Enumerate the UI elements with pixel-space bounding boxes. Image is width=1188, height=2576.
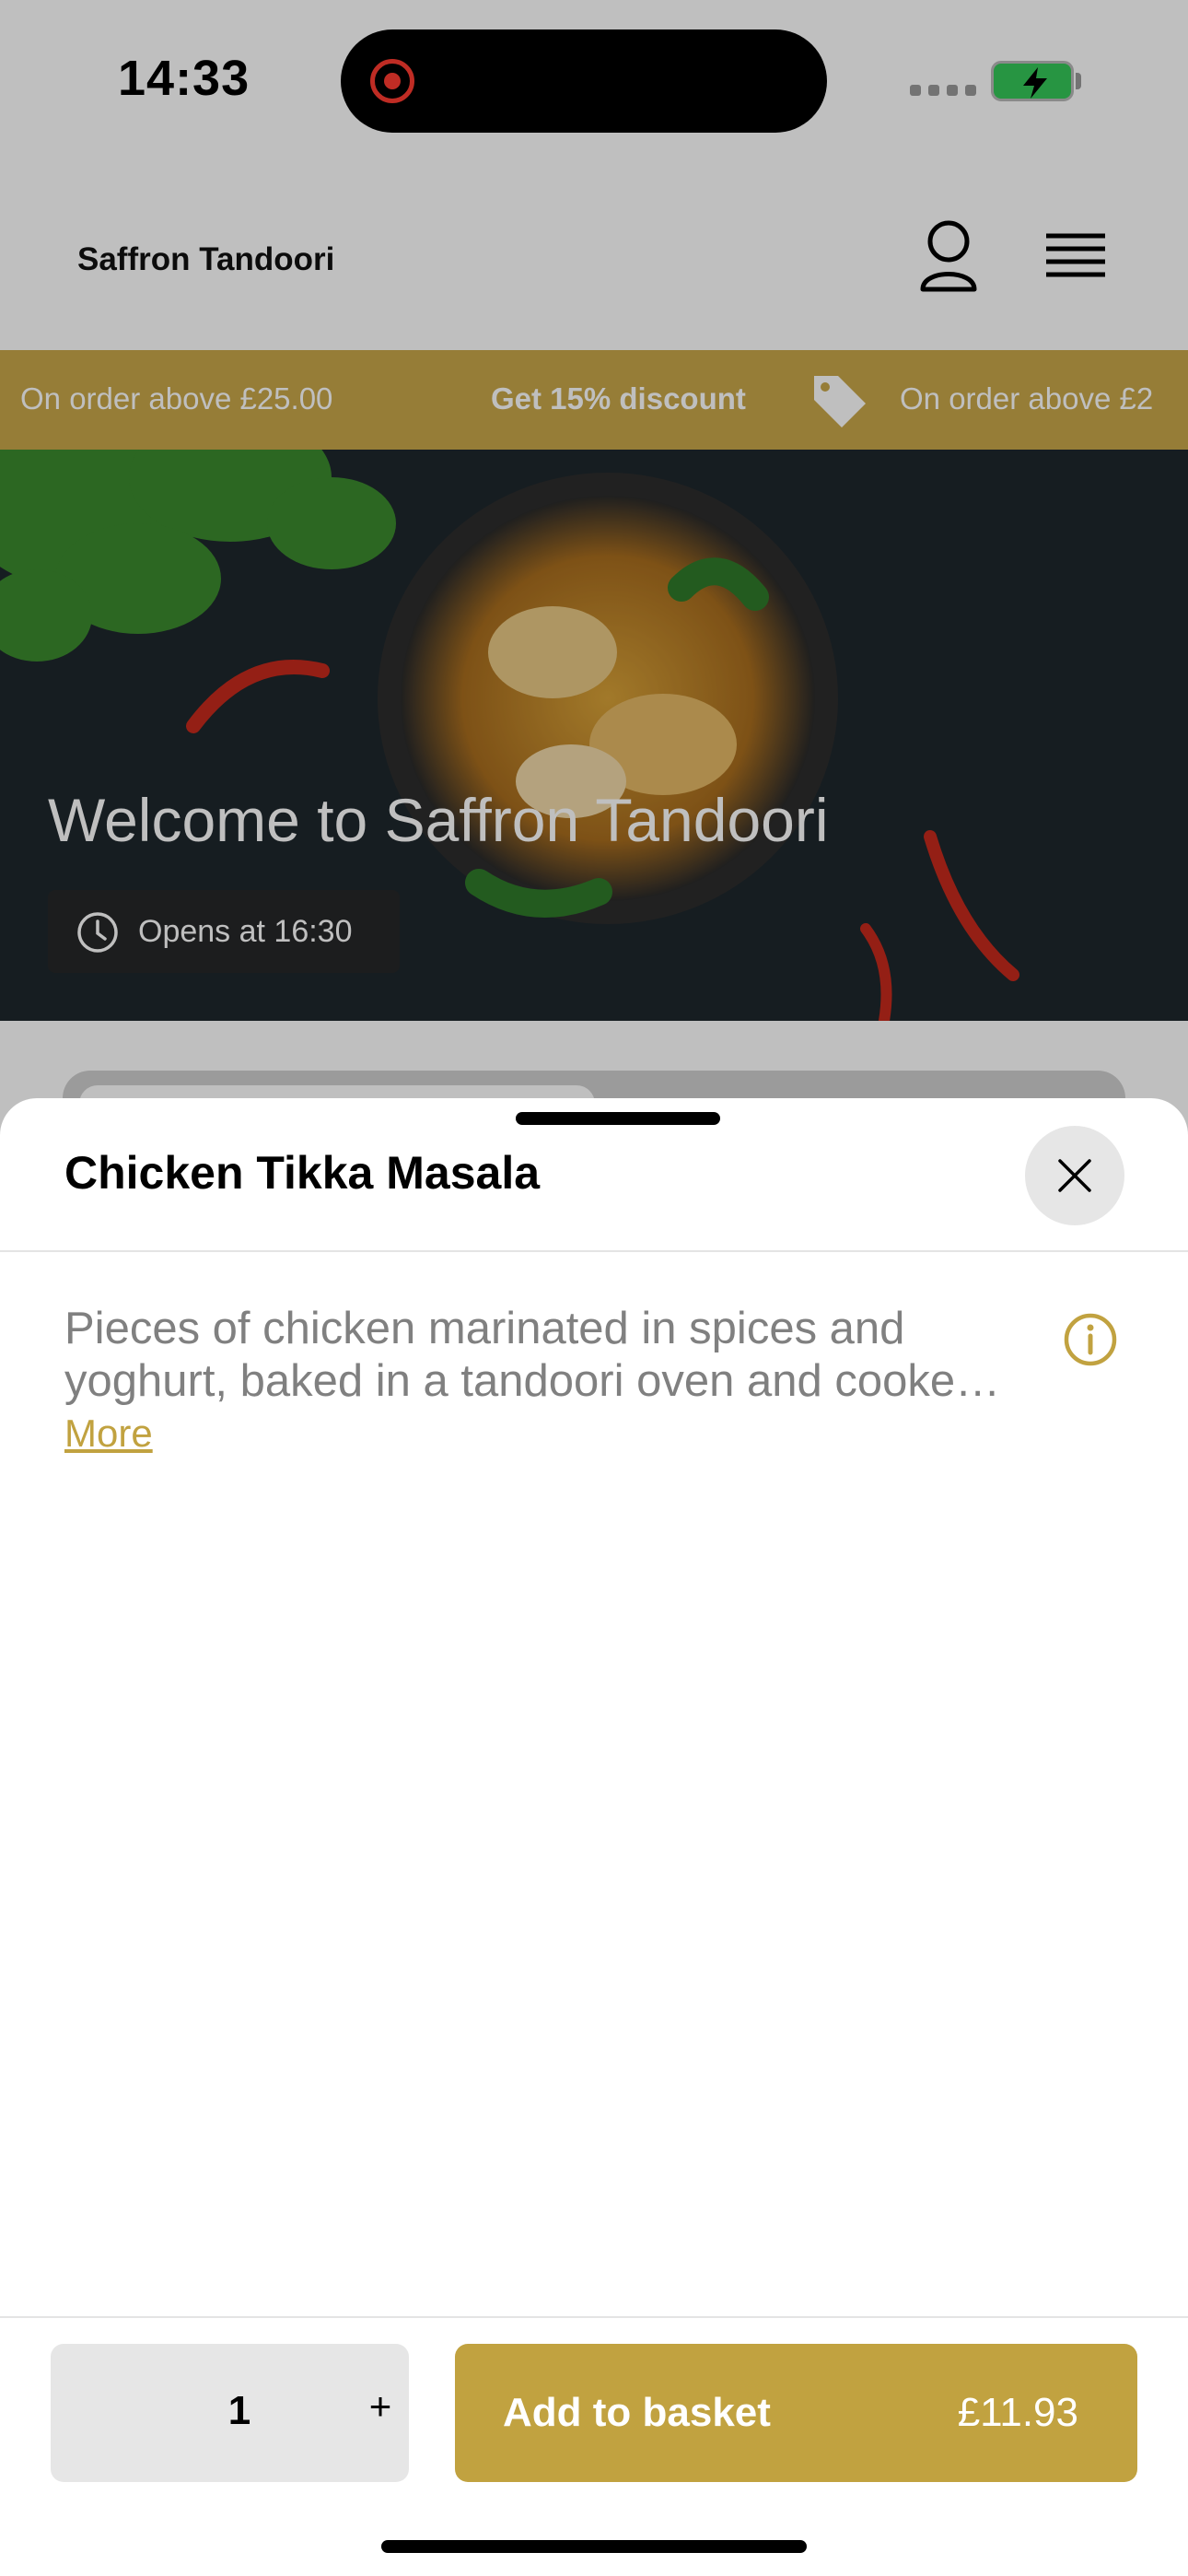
- quantity-stepper: 1 +: [51, 2344, 409, 2482]
- item-bottom-sheet: Chicken Tikka Masala Pieces of chicken m…: [0, 1098, 1188, 2576]
- more-link[interactable]: More: [64, 1411, 153, 1456]
- item-description: Pieces of chicken marinated in spices an…: [64, 1303, 1059, 1408]
- footer-divider: [0, 2316, 1188, 2318]
- description-line-2: yoghurt, baked in a tandoori oven and co…: [64, 1356, 1001, 1406]
- header-divider: [0, 1250, 1188, 1252]
- quantity-value: 1: [227, 2388, 251, 2433]
- info-icon[interactable]: [1063, 1312, 1118, 1367]
- item-title: Chicken Tikka Masala: [64, 1147, 541, 1199]
- add-to-basket-label: Add to basket: [503, 2390, 771, 2435]
- increment-button[interactable]: +: [364, 2384, 397, 2429]
- close-icon: [1058, 1159, 1091, 1192]
- home-indicator[interactable]: [381, 2540, 807, 2553]
- item-price: £11.93: [957, 2390, 1078, 2435]
- add-to-basket-button[interactable]: Add to basket £11.93: [455, 2344, 1137, 2482]
- sheet-grabber[interactable]: [516, 1112, 720, 1125]
- description-line-1: Pieces of chicken marinated in spices an…: [64, 1304, 905, 1353]
- close-button[interactable]: [1025, 1126, 1124, 1225]
